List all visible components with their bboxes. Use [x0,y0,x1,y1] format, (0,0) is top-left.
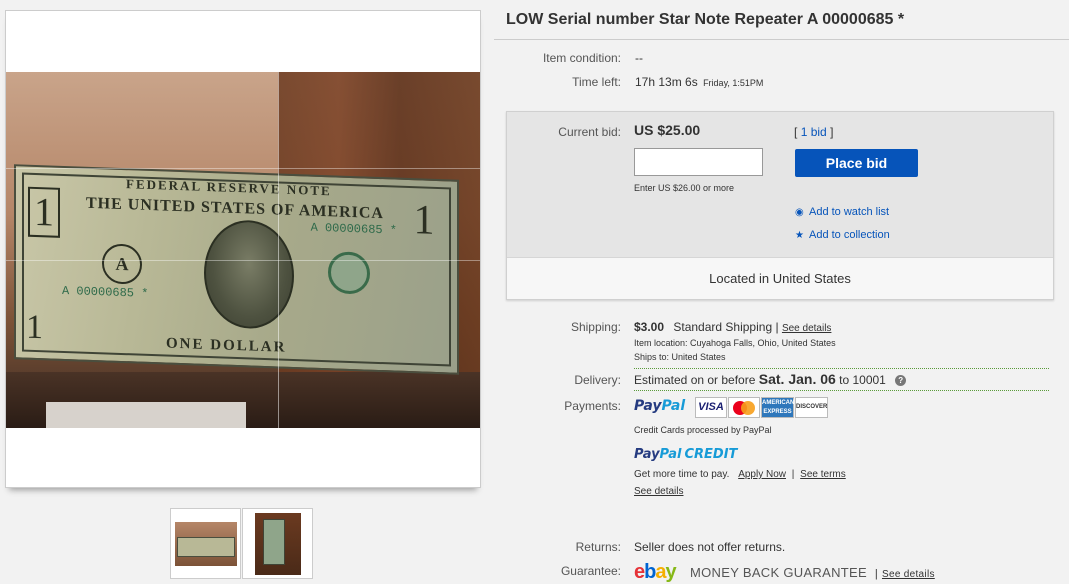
bill-serial-bottom: A 00000685 * [62,283,149,301]
bid-count-bracket-close: ] [830,125,834,139]
ebay-letter: b [644,561,656,583]
see-terms-link[interactable]: See terms [800,469,846,480]
credit-word: CREDIT [684,447,738,462]
eye-icon: ◉ [795,207,804,218]
shipping-label: Shipping: [570,320,621,334]
collection-link[interactable]: ★ Add to collection [795,229,890,241]
ebay-letter: a [655,561,666,583]
shipping-row: $3.00 Standard Shipping | See details [634,320,831,334]
visa-icon: VISA [695,397,727,418]
watch-list-link[interactable]: ◉ Add to watch list [795,206,889,218]
dollar-bill: FEDERAL RESERVE NOTE THE UNITED STATES O… [14,164,459,375]
guarantee-see-details[interactable]: See details [882,569,935,580]
paypal-pay: Pay [634,398,662,414]
payments-see-details[interactable]: See details [634,486,683,497]
collection-label: Add to collection [809,229,890,241]
zoom-grid-line [6,260,480,261]
bill-treasury-seal [328,251,370,295]
condition-label: Item condition: [542,51,621,65]
bill-federal-reserve-seal: A [102,243,142,285]
guarantee-row: MONEY BACK GUARANTEE | See details [690,565,935,580]
ships-to: Ships to: United States [634,352,726,362]
payments-label: Payments: [564,399,621,413]
credit-sep: | [791,469,795,480]
credit-pay: Pay [634,447,660,462]
guarantee-sep: | [874,568,879,580]
discover-label: DISCOVER [796,404,828,410]
bid-panel: Current bid: US $25.00 [ 1 bid ] Enter U… [506,111,1054,300]
returns-value: Seller does not offer returns. [634,540,786,554]
paypal-logo: PayPal [634,398,685,414]
delivery-date: Sat. Jan. 06 [758,371,836,387]
photo-paper [46,402,246,428]
main-image-frame[interactable]: FEDERAL RESERVE NOTE THE UNITED STATES O… [5,10,481,488]
thumbnail-bill [177,537,235,557]
delivery-row: Estimated on or before Sat. Jan. 06 to 1… [634,371,907,387]
delivery-label: Delivery: [574,373,621,387]
shipping-sep: | [775,320,779,334]
time-left-label: Time left: [572,75,621,89]
ebay-letter: e [634,561,645,583]
mastercard-icon [728,397,760,418]
credit-text: Get more time to pay. [634,469,730,480]
credit-row: Get more time to pay. Apply Now | See te… [634,469,846,480]
credit-pal: Pal [659,447,682,462]
time-left-end: Friday, 1:51PM [703,78,764,88]
star-icon: ★ [795,230,804,241]
item-location: Item location: Cuyahoga Falls, Ohio, Uni… [634,338,836,348]
bid-amount-input[interactable] [634,148,763,176]
zoom-grid-line [6,168,480,169]
cards-note: Credit Cards processed by PayPal [634,425,772,435]
shipping-see-details[interactable]: See details [782,323,831,334]
bill-serial-top: A 00000685 * [310,220,397,238]
watch-list-label: Add to watch list [809,206,890,218]
thumbnail-bill [263,519,285,565]
returns-label: Returns: [575,540,621,554]
bill-denomination-left: 1 [28,186,60,238]
guarantee-label: Guarantee: [560,564,621,578]
delivery-prefix: Estimated on or before [634,373,756,387]
delivery-suffix: to 10001 [839,373,886,387]
ebay-logo: ebay [634,561,677,584]
money-back-guarantee: MONEY BACK GUARANTEE [690,565,867,580]
bill-denomination-bottom: 1 [26,308,43,347]
current-bid-label: Current bid: [558,125,621,139]
thumbnail-2[interactable] [242,508,313,579]
shipping-method: Standard Shipping [673,320,773,334]
bid-input-hint: Enter US $26.00 or more [634,183,735,193]
shipping-cost: $3.00 [634,320,665,334]
help-icon[interactable]: ? [895,375,907,387]
paypal-credit-logo: PayPal CREDIT [634,447,737,462]
bid-count-link[interactable]: 1 bid [801,125,827,139]
zoom-grid-line [278,72,279,428]
divider [634,390,1049,391]
time-left-row: 17h 13m 6s Friday, 1:51PM [635,75,763,89]
place-bid-button[interactable]: Place bid [795,149,918,177]
item-location-banner: Located in United States [507,257,1053,299]
amex-icon: AMERICAN EXPRESS [761,397,794,418]
item-photo[interactable]: FEDERAL RESERVE NOTE THE UNITED STATES O… [6,72,480,428]
apply-now-link[interactable]: Apply Now [738,469,786,480]
ebay-letter: y [665,561,676,583]
divider [634,368,1049,369]
thumbnail-1[interactable] [170,508,241,579]
bid-count-row: [ 1 bid ] [794,125,833,139]
bill-denomination-right: 1 [413,197,435,244]
title-divider [494,39,1069,40]
paypal-pal: Pal [661,398,686,414]
bid-count-bracket-open: [ [794,125,798,139]
discover-icon: DISCOVER [795,397,828,418]
condition-value: -- [635,51,643,65]
time-left-value: 17h 13m 6s [635,75,698,89]
current-bid-value: US $25.00 [634,122,701,138]
listing-title: LOW Serial number Star Note Repeater A 0… [506,11,905,28]
